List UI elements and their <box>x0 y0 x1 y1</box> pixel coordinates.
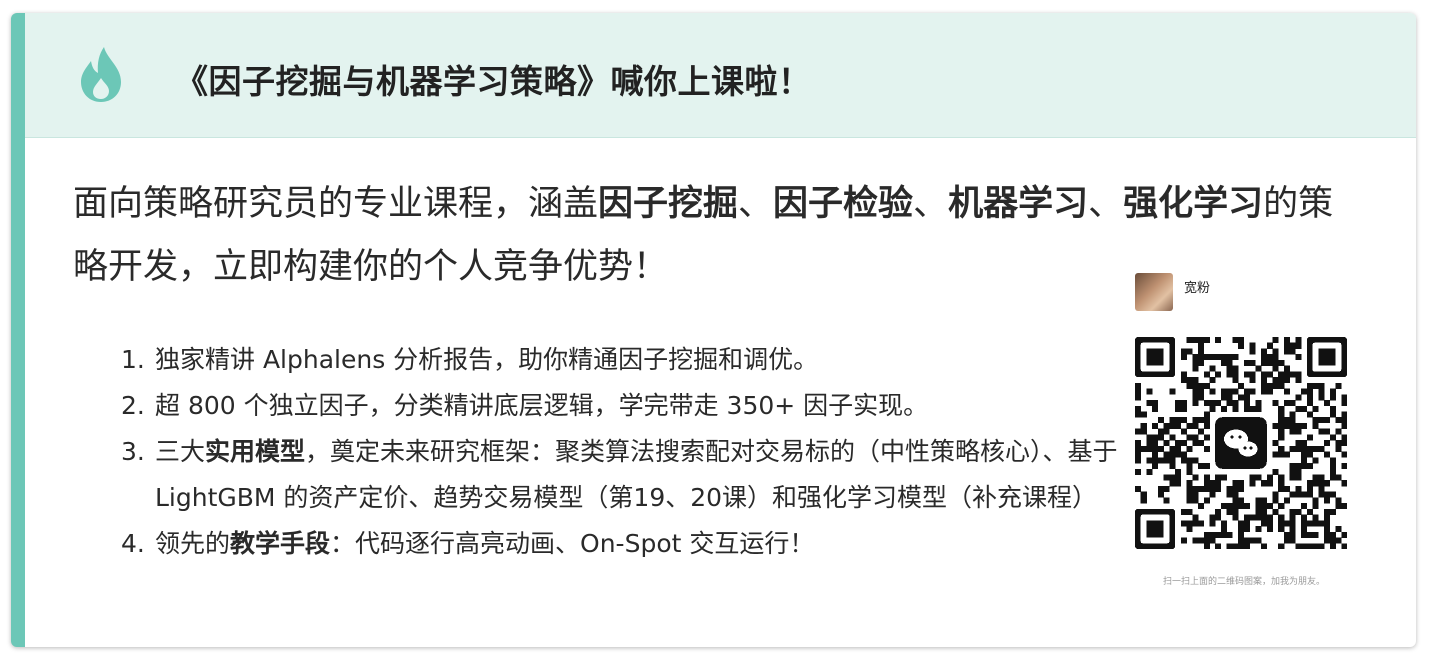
list-item: 1. 独家精讲 Alphalens 分析报告，助你精通因子挖掘和调优。 <box>121 337 1121 383</box>
list-item: 3. 三大实用模型，奠定未来研究框架：聚类算法搜索配对交易标的（中性策略核心）、… <box>121 429 1121 521</box>
intro-keyword: 因子检验 <box>773 184 914 224</box>
feature-keyword: 实用模型 <box>205 437 306 466</box>
list-number: 3. <box>121 437 145 466</box>
contact-name: 宽粉 <box>1184 281 1211 296</box>
avatar <box>1135 273 1173 311</box>
intro-text: 面向策略研究员的专业课程，涵盖 <box>73 184 599 224</box>
intro-keyword: 机器学习 <box>948 184 1089 224</box>
list-number: 2. <box>121 391 145 420</box>
qr-code[interactable] <box>1135 337 1347 549</box>
feature-text: ：代码逐行高亮动画、On-Spot 交互运行！ <box>330 529 815 558</box>
feature-text: 领先的 <box>155 529 231 558</box>
intro-separator: 、 <box>913 184 949 224</box>
feature-keyword: 教学手段 <box>230 529 331 558</box>
feature-list: 1. 独家精讲 Alphalens 分析报告，助你精通因子挖掘和调优。 2. 超… <box>121 337 1121 567</box>
feature-text: 三大 <box>155 437 206 466</box>
list-item: 4. 领先的教学手段：代码逐行高亮动画、On-Spot 交互运行！ <box>121 521 1121 567</box>
feature-text: 超 800 个独立因子，分类精讲底层逻辑，学完带走 350+ 因子实现。 <box>155 391 929 420</box>
wechat-qr-panel: 宽粉 扫一扫上面的二维码图案，加我为朋友。 <box>1117 271 1347 601</box>
intro-separator: 、 <box>738 184 774 224</box>
page-title: 《因子挖掘与机器学习策略》喊你上课啦！ <box>175 62 812 101</box>
list-number: 4. <box>121 529 145 558</box>
course-promo-card: 《因子挖掘与机器学习策略》喊你上课啦！ 面向策略研究员的专业课程，涵盖因子挖掘、… <box>11 13 1416 647</box>
intro-separator: 、 <box>1088 184 1124 224</box>
list-number: 1. <box>121 345 145 374</box>
feature-text: 独家精讲 Alphalens 分析报告，助你精通因子挖掘和调优。 <box>155 345 819 374</box>
intro-keyword: 因子挖掘 <box>598 184 739 224</box>
qr-caption: 扫一扫上面的二维码图案，加我为朋友。 <box>1162 577 1325 587</box>
card-header: 《因子挖掘与机器学习策略》喊你上课啦！ <box>25 13 1416 138</box>
flame-icon <box>81 47 121 102</box>
list-item: 2. 超 800 个独立因子，分类精讲底层逻辑，学完带走 350+ 因子实现。 <box>121 383 1121 429</box>
intro-keyword: 强化学习 <box>1123 184 1264 224</box>
